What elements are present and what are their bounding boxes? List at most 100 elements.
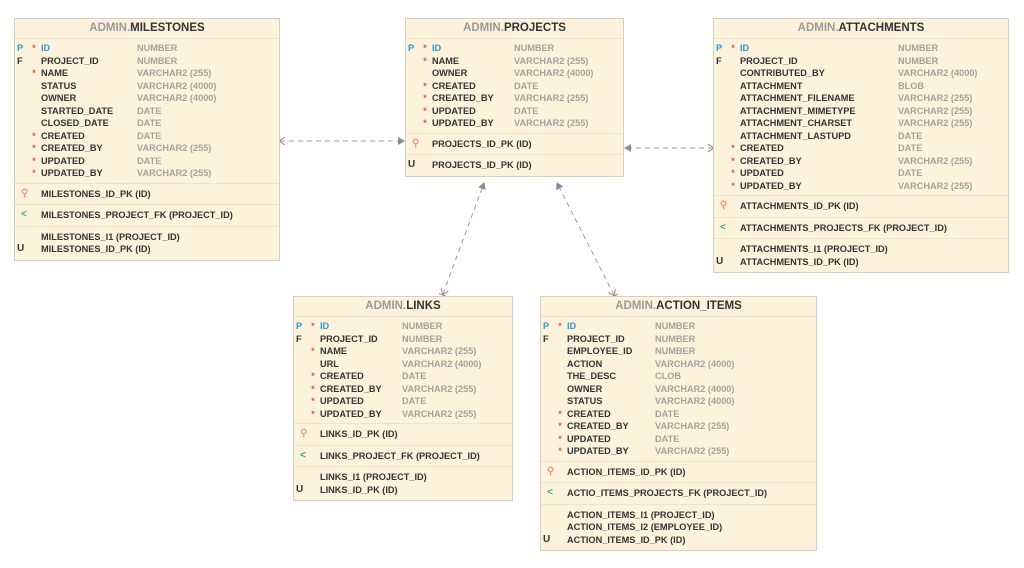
column-row[interactable]: ATTACHMENT_MIMETYPE VARCHAR2 (255) [714,105,1008,118]
column-row[interactable]: * UPDATED DATE [406,105,623,118]
column-name: UPDATED_BY [740,180,802,191]
key-flag [714,142,726,155]
column-row[interactable]: F PROJECT_ID NUMBER [714,55,1008,68]
column-type: VARCHAR2 (255) [402,383,477,394]
fk-constraint-row[interactable]: < LINKS_PROJECT_FK (PROJECT_ID) [294,450,512,463]
column-row[interactable]: * UPDATED DATE [541,433,816,446]
index-name: LINKS_I1 (PROJECT_ID) [320,472,427,482]
share-icon: < [300,449,306,461]
index-row[interactable]: LINKS_I1 (PROJECT_ID) [294,471,512,484]
column-row[interactable]: ATTACHMENT BLOB [714,80,1008,93]
column-row[interactable]: ATTACHMENT_CHARSET VARCHAR2 (255) [714,117,1008,130]
column-row[interactable]: * CREATED_BY VARCHAR2 (255) [294,383,512,396]
pk-constraint-row[interactable]: ⚲ ACTION_ITEMS_ID_PK (ID) [541,466,816,479]
column-name: UPDATED [432,105,476,116]
column-row[interactable]: * CREATED_BY VARCHAR2 (255) [714,155,1008,168]
column-row[interactable]: STATUS VARCHAR2 (4000) [541,395,816,408]
primary-key-section: ⚲ LINKS_ID_PK (ID) [294,424,512,446]
column-row[interactable]: URL VARCHAR2 (4000) [294,358,512,371]
column-name: PROJECT_ID [740,55,798,66]
column-row[interactable]: * CREATED_BY VARCHAR2 (255) [541,420,816,433]
column-row[interactable]: P * ID NUMBER [541,320,816,333]
index-row[interactable]: ATTACHMENTS_I1 (PROJECT_ID) [714,243,1008,256]
column-type: VARCHAR2 (255) [514,93,589,103]
column-row[interactable]: * UPDATED DATE [15,155,279,168]
key-flag [714,92,726,105]
fk-constraint-row[interactable]: < MILESTONES_PROJECT_FK (PROJECT_ID) [15,209,279,222]
column-row[interactable]: * UPDATED_BY VARCHAR2 (255) [294,408,512,421]
column-row[interactable]: * CREATED DATE [541,408,816,421]
pk-constraint-row[interactable]: ⚲ LINKS_ID_PK (ID) [294,428,512,441]
column-row[interactable]: EMPLOYEE_ID NUMBER [541,345,816,358]
entity-links[interactable]: ADMIN.LINKS P * ID NUMBER F PROJECT_ID NUMBER * N… [293,296,513,501]
fk-constraint-row[interactable]: < ATTACHMENTS_PROJECTS_FK (PROJECT_ID) [714,222,1008,235]
entity-attachments[interactable]: ADMIN.ATTACHMENTS P * ID NUMBER F PROJECT_ID NU… [713,18,1009,273]
column-row[interactable]: ACTION VARCHAR2 (4000) [541,358,816,371]
column-row[interactable]: STARTED_DATE DATE [15,105,279,118]
entity-title: ADMIN.PROJECTS [406,19,623,39]
column-row[interactable]: F PROJECT_ID NUMBER [294,333,512,346]
column-row[interactable]: OWNER VARCHAR2 (4000) [15,92,279,105]
column-row[interactable]: F PROJECT_ID NUMBER [541,333,816,346]
column-row[interactable]: OWNER VARCHAR2 (4000) [406,67,623,80]
column-row[interactable]: ATTACHMENT_LASTUPD DATE [714,130,1008,143]
column-row[interactable]: * CREATED_BY VARCHAR2 (255) [406,92,623,105]
column-type: DATE [514,80,539,91]
column-row[interactable]: P * ID NUMBER [294,320,512,333]
column-row[interactable]: * CREATED_BY VARCHAR2 (255) [15,142,279,155]
index-row[interactable]: U LINKS_ID_PK (ID) [294,484,512,497]
column-row[interactable]: * UPDATED DATE [294,395,512,408]
table-name: MILESTONES [130,22,205,34]
column-row[interactable]: CLOSED_DATE DATE [15,117,279,130]
column-row[interactable]: ATTACHMENT_FILENAME VARCHAR2 (255) [714,92,1008,105]
column-row[interactable]: * NAME VARCHAR2 (255) [406,55,623,68]
index-row[interactable]: ACTION_ITEMS_I2 (EMPLOYEE_ID) [541,521,816,534]
pk-constraint-row[interactable]: ⚲ ATTACHMENTS_ID_PK (ID) [714,200,1008,213]
fk-constraint-row[interactable]: < ACTIO_ITEMS_PROJECTS_FK (PROJECT_ID) [541,487,816,500]
column-row[interactable]: THE_DESC CLOB [541,370,816,383]
column-type: VARCHAR2 (4000) [514,68,594,78]
column-row[interactable]: STATUS VARCHAR2 (4000) [15,80,279,93]
column-name: UPDATED [567,433,611,444]
index-row[interactable]: U MILESTONES_ID_PK (ID) [15,243,279,256]
column-row[interactable]: * UPDATED DATE [714,167,1008,180]
column-row[interactable]: P * ID NUMBER [714,42,1008,55]
pk-constraint-row[interactable]: ⚲ PROJECTS_ID_PK (ID) [406,138,623,151]
index-row[interactable]: U PROJECTS_ID_PK (ID) [406,159,623,172]
pk-constraint-row[interactable]: ⚲ MILESTONES_ID_PK (ID) [15,188,279,201]
entity-projects[interactable]: ADMIN.PROJECTS P * ID NUMBER * NAME VARCHAR2 (2… [405,18,624,177]
column-row[interactable]: * CREATED DATE [406,80,623,93]
column-name: ATTACHMENT_LASTUPD [740,130,851,141]
foreign-key-section: < ACTIO_ITEMS_PROJECTS_FK (PROJECT_ID) [541,483,816,505]
index-row[interactable]: U ATTACHMENTS_ID_PK (ID) [714,256,1008,269]
column-type: DATE [402,371,427,381]
column-type: NUMBER [655,333,696,344]
column-row[interactable]: P * ID NUMBER [15,42,279,55]
column-row[interactable]: * UPDATED_BY VARCHAR2 (255) [406,117,623,130]
index-row[interactable]: MILESTONES_I1 (PROJECT_ID) [15,231,279,244]
rel-links-projects[interactable] [443,183,484,294]
column-row[interactable]: OWNER VARCHAR2 (4000) [541,383,816,396]
column-name: ATTACHMENT_MIMETYPE [740,105,856,116]
index-row[interactable]: ACTION_ITEMS_I1 (PROJECT_ID) [541,509,816,522]
key-flag [15,130,27,143]
column-row[interactable]: * CREATED DATE [294,370,512,383]
column-row[interactable]: F PROJECT_ID NUMBER [15,55,279,68]
column-row[interactable]: * CREATED DATE [714,142,1008,155]
foreign-key-flag: F [543,333,549,344]
column-row[interactable]: * UPDATED_BY VARCHAR2 (255) [541,445,816,458]
column-row[interactable]: * UPDATED_BY VARCHAR2 (255) [714,180,1008,193]
entity-action-items[interactable]: ADMIN.ACTION_ITEMS P * ID NUMBER F PROJECT_ID N… [540,296,817,551]
index-row[interactable]: U ACTION_ITEMS_ID_PK (ID) [541,534,816,547]
column-name: CREATED_BY [740,155,802,166]
column-row[interactable]: P * ID NUMBER [406,42,623,55]
column-row[interactable]: * CREATED DATE [15,130,279,143]
column-row[interactable]: * NAME VARCHAR2 (255) [294,345,512,358]
column-row[interactable]: * UPDATED_BY VARCHAR2 (255) [15,167,279,180]
entity-milestones[interactable]: ADMIN.MILESTONES P * ID NUMBER F PROJECT_ID NUM… [14,18,280,261]
rel-action-items-projects[interactable] [557,183,614,295]
column-name: CREATED_BY [432,93,494,103]
column-row[interactable]: * NAME VARCHAR2 (255) [15,67,279,80]
column-row[interactable]: CONTRIBUTED_BY VARCHAR2 (4000) [714,67,1008,80]
column-name: CREATED [41,130,85,141]
